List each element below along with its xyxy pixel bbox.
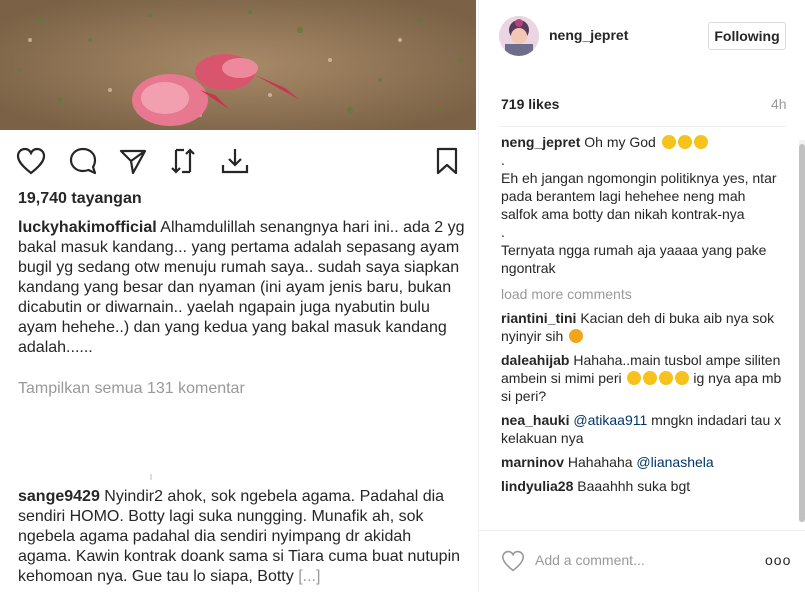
list-item: nea_hauki @atikaa911 mngkn indadari tau … — [501, 411, 783, 447]
add-comment-input[interactable]: Add a comment... — [535, 552, 645, 568]
heart-icon — [501, 550, 525, 572]
caption-text: Alhamdulillah senangnya hari ini.. ada 2… — [18, 219, 465, 356]
save-button[interactable] — [430, 144, 464, 178]
comment-text: Oh my God — [584, 134, 656, 150]
comment-bubble-icon — [69, 147, 97, 175]
divider — [479, 530, 805, 531]
post-photo-image — [0, 0, 476, 130]
list-item: riantini_tini Kacian deh di buka aib nya… — [501, 309, 783, 345]
comments-list: neng_jepret Oh my God . Eh eh jangan ngo… — [501, 133, 783, 526]
laughing-emoji-icon — [675, 371, 690, 385]
laughing-emoji-icon — [643, 371, 658, 385]
username[interactable]: neng_jepret — [549, 27, 628, 43]
laughing-emoji-icon — [627, 371, 642, 385]
comment-username[interactable]: nea_hauki — [501, 412, 569, 428]
scream-emoji-icon — [661, 135, 676, 149]
divider — [150, 474, 152, 480]
post-details-panel: neng_jepret Following 719 likes 4h neng_… — [478, 0, 805, 592]
comment-username[interactable]: sange9429 — [18, 488, 100, 505]
load-more-comments-link[interactable]: load more comments — [501, 285, 783, 303]
post-media-column: 19,740 tayangan luckyhakimofficial Alham… — [0, 0, 478, 592]
tongue-emoji-icon — [569, 329, 584, 343]
scream-emoji-icon — [693, 135, 708, 149]
show-all-comments-link[interactable]: Tampilkan semua 131 komentar — [18, 380, 245, 398]
list-item: marninov Hahahaha @lianashela — [501, 453, 783, 471]
heart-icon — [16, 147, 46, 175]
comment-text: Hahahaha — [567, 454, 633, 470]
repost-button[interactable] — [166, 144, 200, 178]
like-button[interactable] — [14, 144, 48, 178]
scrollbar-thumb[interactable] — [799, 144, 805, 522]
like-count[interactable]: 719 likes — [501, 96, 559, 112]
post-time: 4h — [771, 96, 787, 112]
like-button-small[interactable] — [501, 550, 525, 574]
repost-icon — [171, 148, 195, 174]
mention-link[interactable]: @atikaa911 — [573, 412, 647, 428]
post-photo[interactable] — [0, 0, 476, 130]
comment-line: . — [501, 224, 505, 240]
post-header: neng_jepret Following — [479, 0, 805, 72]
comment-text: Baaahhh suka bgt — [577, 478, 691, 494]
comment-more-link[interactable]: [...] — [298, 568, 320, 585]
share-button[interactable] — [116, 144, 150, 178]
list-item: daleahijab Hahaha..main tusbol ampe sili… — [501, 351, 783, 405]
comment-button[interactable] — [66, 144, 100, 178]
comment-username[interactable]: lindyulia28 — [501, 478, 573, 494]
post-caption: luckyhakimofficial Alhamdulillah senangn… — [18, 218, 466, 358]
list-item: lindyulia28 Baaahhh suka bgt — [501, 477, 783, 495]
comment-username[interactable]: daleahijab — [501, 352, 569, 368]
owner-comment: neng_jepret Oh my God — [501, 133, 783, 151]
avatar-image — [499, 16, 539, 56]
avatar[interactable] — [499, 16, 539, 56]
comment-username[interactable]: riantini_tini — [501, 310, 576, 326]
comment-line: Eh eh jangan ngomongin politiknya yes, n… — [501, 170, 777, 222]
bookmark-icon — [436, 147, 458, 175]
caption-username[interactable]: luckyhakimofficial — [18, 219, 157, 236]
divider — [499, 126, 786, 127]
comment-line: Ternyata ngga rumah aja yaaaa yang pake … — [501, 242, 767, 276]
comment-username[interactable]: neng_jepret — [501, 134, 580, 150]
download-icon — [221, 149, 249, 174]
more-options-button[interactable]: ooo — [765, 552, 791, 568]
comment-line: . — [501, 152, 505, 168]
mention-link[interactable]: @lianashela — [636, 454, 713, 470]
comment-username[interactable]: marninov — [501, 454, 564, 470]
scream-emoji-icon — [677, 135, 692, 149]
following-button[interactable]: Following — [708, 22, 786, 50]
paper-plane-icon — [119, 149, 147, 175]
laughing-emoji-icon — [659, 371, 674, 385]
post-comment: sange9429 Nyindir2 ahok, sok ngebela aga… — [18, 487, 466, 587]
post-action-bar — [0, 130, 476, 192]
view-count: 19,740 tayangan — [18, 190, 142, 207]
download-button[interactable] — [218, 144, 252, 178]
